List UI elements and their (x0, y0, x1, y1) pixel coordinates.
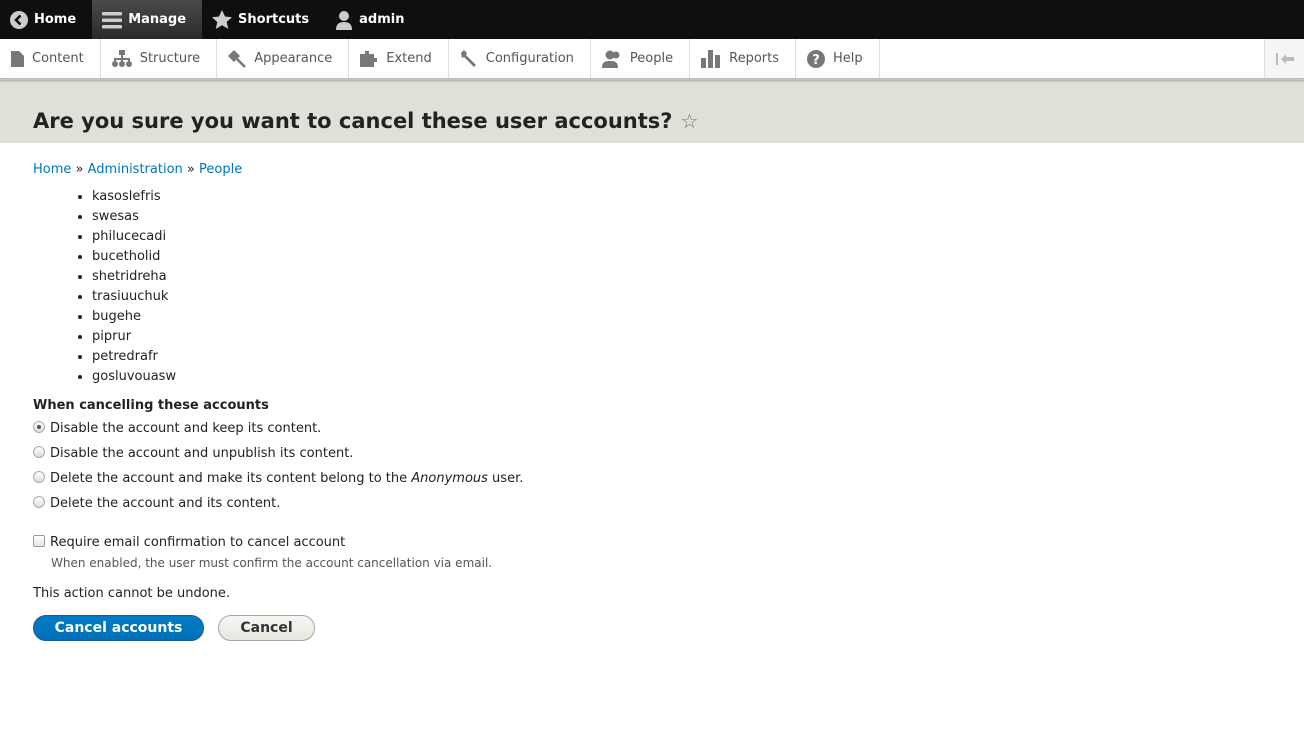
wrench-icon (460, 49, 476, 67)
toolbar-shortcuts[interactable]: Shortcuts (202, 0, 325, 39)
list-item: petredrafr (92, 347, 1271, 367)
cancel-method-legend: When cancelling these accounts (33, 398, 269, 413)
radio-label: Delete the account and its content. (50, 496, 281, 511)
tray-configuration[interactable]: Configuration (449, 39, 591, 78)
tray-label: Content (32, 51, 84, 66)
checkbox-label: Require email confirmation to cancel acc… (50, 535, 346, 550)
back-icon (10, 10, 28, 29)
star-outline-icon[interactable]: ☆ (680, 109, 698, 133)
list-item: shetridreha (92, 267, 1271, 287)
breadcrumb: Home » Administration » People (33, 162, 1271, 177)
tray-appearance[interactable]: Appearance (217, 39, 350, 78)
page-title: Are you sure you want to cancel these us… (33, 109, 1304, 133)
toolbar-tray: Content Structure Appearance Extend Conf… (0, 39, 1304, 79)
tray-structure[interactable]: Structure (101, 39, 218, 78)
breadcrumb-separator: » (186, 162, 195, 177)
user-label: admin (359, 12, 405, 27)
tray-extend[interactable]: Extend (349, 39, 449, 78)
cancel-accounts-button[interactable]: Cancel accounts (33, 615, 204, 641)
tray-content[interactable]: Content (0, 39, 101, 78)
tray-label: Configuration (485, 51, 574, 66)
list-item: bucetholid (92, 247, 1271, 267)
tray-help[interactable]: ? Help (796, 39, 880, 78)
toolbar-home[interactable]: Home (0, 0, 92, 39)
checkbox-description: When enabled, the user must confirm the … (51, 556, 493, 570)
sitemap-icon (111, 50, 132, 67)
home-label: Home (34, 12, 77, 27)
radio-label: Disable the account and keep its content… (50, 421, 322, 436)
tray-label: People (629, 51, 674, 66)
toolbar-user[interactable]: admin (325, 0, 420, 39)
list-item: philucecadi (92, 227, 1271, 247)
user-icon (336, 10, 353, 30)
people-icon (601, 50, 620, 68)
checkbox[interactable] (33, 534, 45, 547)
menu-icon (102, 11, 123, 28)
radio-button[interactable] (33, 470, 45, 483)
tray-label: Extend (386, 51, 432, 66)
main-content: Home » Administration » People kasoslefr… (0, 162, 1304, 641)
radio-label-suffix: user. (487, 471, 524, 486)
cancel-button[interactable]: Cancel (218, 615, 315, 641)
radio-option-reassign[interactable]: Delete the account and make its content … (33, 469, 1271, 488)
radio-option-delete[interactable]: Delete the account and its content. (33, 494, 1271, 513)
admin-toolbar: Home Manage Shortcuts admin (0, 0, 1304, 39)
tray-people[interactable]: People (591, 39, 691, 78)
account-list: kasoslefris swesas philucecadi bucetholi… (33, 187, 1271, 387)
radio-button[interactable] (33, 420, 45, 433)
tray-label: Reports (729, 51, 779, 66)
radio-label: Delete the account and make its content … (50, 471, 523, 486)
help-icon: ? (807, 49, 825, 68)
tray-label: Appearance (254, 51, 333, 66)
breadcrumb-people[interactable]: People (199, 162, 242, 177)
paintbrush-icon (228, 49, 247, 68)
tray-label: Help (833, 51, 863, 66)
collapse-icon (1275, 52, 1294, 65)
breadcrumb-home[interactable]: Home (33, 162, 71, 177)
list-item: bugehe (92, 307, 1271, 327)
star-icon (212, 10, 233, 29)
file-icon (11, 50, 24, 67)
radio-button[interactable] (33, 445, 45, 458)
radio-label-text: Delete the account and make its content … (50, 471, 412, 486)
toolbar-manage[interactable]: Manage (92, 0, 203, 39)
page-header: Are you sure you want to cancel these us… (0, 80, 1304, 143)
radio-option-keep[interactable]: Disable the account and keep its content… (33, 419, 1271, 438)
radio-button[interactable] (33, 495, 45, 508)
tray-reports[interactable]: Reports (690, 39, 796, 78)
bar-chart-icon (701, 49, 721, 68)
list-item: gosluvouasw (92, 367, 1271, 387)
tray-label: Structure (139, 51, 201, 66)
radio-label: Disable the account and unpublish its co… (50, 446, 354, 461)
warning-text: This action cannot be undone. (33, 586, 231, 601)
shortcuts-label: Shortcuts (238, 12, 310, 27)
breadcrumb-administration[interactable]: Administration (88, 162, 183, 177)
list-item: piprur (92, 327, 1271, 347)
title-text: Are you sure you want to cancel these us… (33, 109, 673, 133)
list-item: trasiuuchuk (92, 287, 1271, 307)
svg-text:?: ? (812, 53, 820, 68)
anonymous-text: Anonymous (411, 471, 488, 486)
collapse-toolbar-button[interactable] (1264, 39, 1304, 78)
puzzle-icon (360, 51, 378, 67)
manage-label: Manage (128, 12, 187, 27)
list-item: kasoslefris (92, 187, 1271, 207)
breadcrumb-separator: » (75, 162, 84, 177)
list-item: swesas (92, 207, 1271, 227)
radio-option-unpublish[interactable]: Disable the account and unpublish its co… (33, 444, 1271, 463)
email-confirmation-checkbox[interactable]: Require email confirmation to cancel acc… (33, 534, 1271, 550)
